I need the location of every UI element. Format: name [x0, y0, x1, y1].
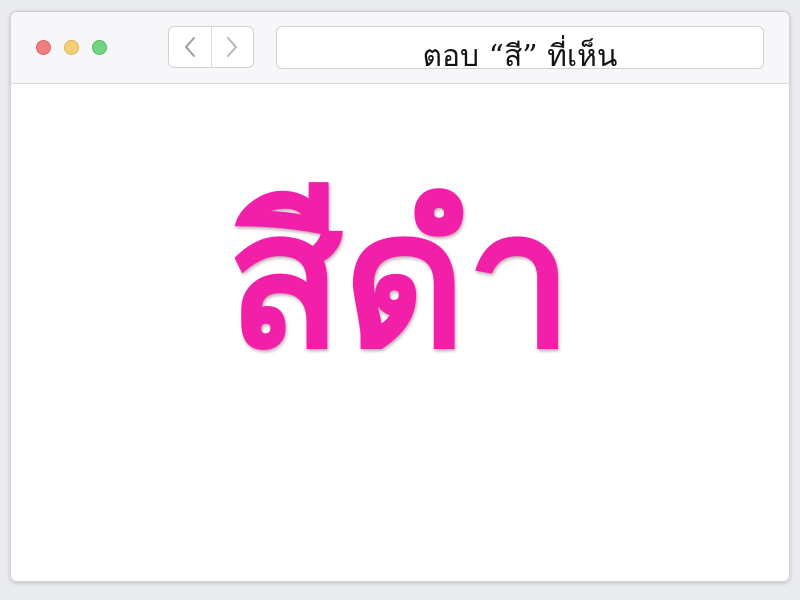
- maximize-button[interactable]: [92, 40, 107, 55]
- navigation-buttons: [168, 26, 254, 68]
- page-content: สีดำ: [11, 84, 789, 581]
- address-bar[interactable]: ตอบ “สี” ที่เห็น: [276, 26, 764, 74]
- window-controls: [36, 40, 107, 55]
- address-bar-text: ตอบ “สี” ที่เห็น: [422, 39, 618, 74]
- close-button[interactable]: [36, 40, 51, 55]
- chevron-left-icon: [184, 37, 195, 57]
- minimize-button[interactable]: [64, 40, 79, 55]
- browser-window: ตอบ “สี” ที่เห็น สีดำ: [10, 11, 790, 582]
- color-word: สีดำ: [226, 170, 574, 391]
- chevron-right-icon: [227, 37, 238, 57]
- forward-button[interactable]: [210, 27, 254, 67]
- back-button[interactable]: [169, 27, 211, 67]
- toolbar: ตอบ “สี” ที่เห็น: [11, 12, 789, 84]
